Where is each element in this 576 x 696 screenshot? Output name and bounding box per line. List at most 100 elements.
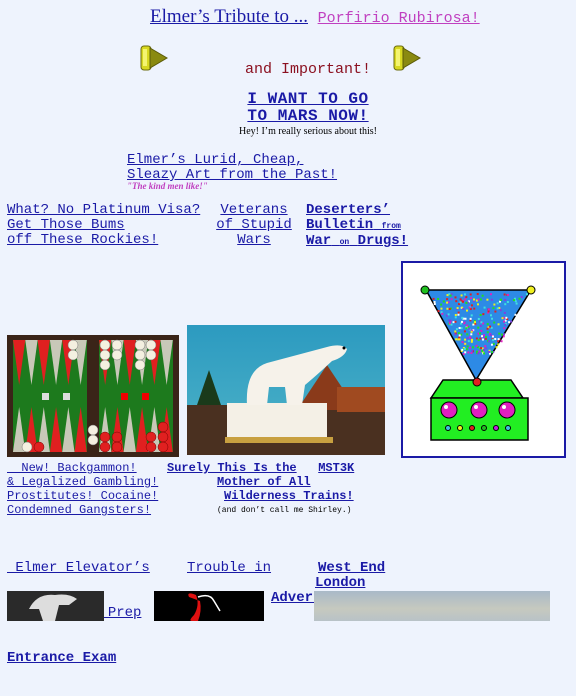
confetti-dot: [469, 293, 472, 296]
backgammon-link[interactable]: Condemned Gangsters!: [7, 503, 158, 517]
rubirosa-link[interactable]: Porfirio Rubirosa!: [318, 10, 480, 27]
wilderness-trains-link[interactable]: Mother of All: [167, 475, 354, 489]
platinum-visa-link[interactable]: What? No Platinum Visa?: [7, 202, 200, 218]
wilderness-trains-link[interactable]: Surely This Is the: [167, 461, 297, 475]
confetti-dot: [489, 333, 492, 336]
confetti-dot: [448, 307, 451, 310]
confetti-dot: [490, 298, 493, 301]
confetti-dot: [502, 335, 505, 338]
backgammon-link[interactable]: Prostitutes! Cocaine!: [7, 489, 158, 503]
confetti-dot: [488, 352, 491, 355]
veterans-link[interactable]: of Stupid: [204, 218, 304, 233]
confetti-dot: [483, 306, 486, 309]
veterans-link[interactable]: Veterans: [204, 203, 304, 218]
confetti-dot: [482, 313, 485, 316]
rockies-link[interactable]: Get Those Bums: [7, 218, 158, 233]
mars-link[interactable]: TO MARS NOW!: [240, 108, 376, 125]
confetti-dot: [503, 293, 506, 296]
confetti-dot: [503, 320, 506, 323]
confetti-dot: [475, 344, 478, 347]
confetti-dot: [506, 301, 509, 304]
confetti-dot: [477, 326, 480, 329]
confetti-dot: [437, 297, 440, 300]
deserters-text: on: [339, 238, 350, 247]
wilderness-trains-link[interactable]: Wilderness Trains!: [167, 489, 354, 503]
elevator-exam-link[interactable]: Elmer Elevator’s: [7, 561, 149, 576]
confetti-dot: [470, 333, 473, 336]
mars-link[interactable]: I WANT TO GO: [240, 91, 376, 108]
confetti-dot: [458, 326, 461, 329]
confetti-dot: [459, 301, 462, 304]
deserters-link[interactable]: Deserters’: [306, 203, 408, 218]
mars-machine-drawing: [420, 285, 536, 441]
confetti-dot: [437, 310, 440, 313]
deserters-text: from: [381, 222, 401, 231]
confetti-dot: [470, 338, 473, 341]
confetti-dot: [452, 321, 455, 324]
confetti-dot: [470, 314, 473, 317]
confetti-dot: [494, 310, 497, 313]
confetti-dot: [463, 293, 466, 296]
confetti-dot: [495, 346, 498, 349]
confetti-dot: [512, 299, 515, 302]
deserters-link[interactable]: Bulletin from: [306, 218, 408, 234]
confetti-dot: [477, 303, 480, 306]
rockies-link[interactable]: off These Rockies!: [7, 233, 158, 248]
confetti-dot: [490, 314, 493, 317]
confetti-dot: [464, 317, 467, 320]
confetti-dot: [501, 317, 504, 320]
backgammon-link[interactable]: New! Backgammon!: [7, 461, 158, 475]
confetti-dot: [496, 302, 499, 305]
confetti-dot: [503, 311, 506, 314]
confetti-dot: [454, 333, 457, 336]
mst3k-link[interactable]: MST3K: [318, 461, 354, 475]
confetti-dot: [463, 322, 466, 325]
polar-bear-image[interactable]: [187, 325, 385, 455]
deserters-link[interactable]: War on Drugs!: [306, 234, 408, 250]
confetti-dot: [494, 338, 497, 341]
trains-caption: Surely This Is the MST3K Mother of All W…: [167, 461, 354, 503]
confetti-dot: [446, 307, 449, 310]
confetti-dot: [466, 345, 469, 348]
backgammon-link[interactable]: & Legalized Gambling!: [7, 475, 158, 489]
confetti-dot: [483, 352, 486, 355]
backgammon-image[interactable]: [7, 335, 179, 457]
confetti-dot: [460, 327, 463, 330]
confetti-dot: [499, 309, 502, 312]
deserters-text: Bulletin: [306, 217, 374, 233]
speaker-icon[interactable]: [392, 42, 422, 74]
veterans-block: Veterans of Stupid Wars: [204, 203, 304, 248]
confetti-dot: [502, 333, 505, 336]
confetti-dot: [478, 332, 481, 335]
tribute-link[interactable]: Elmer’s Tribute to ...: [150, 6, 308, 27]
confetti-dot: [471, 346, 474, 349]
confetti-dot: [469, 317, 472, 320]
confetti-dot: [492, 307, 495, 310]
confetti-dot: [449, 294, 452, 297]
bums-block: Get Those Bums off These Rockies!: [7, 218, 158, 248]
confetti-dot: [477, 352, 480, 355]
elevator-exam-link[interactable]: Entrance Exam: [7, 651, 150, 666]
confetti-dot: [467, 340, 470, 343]
confetti-dot: [525, 293, 528, 296]
lurid-art-link[interactable]: Elmer’s Lurid, Cheap,: [127, 153, 337, 168]
speaker-icon[interactable]: [139, 42, 169, 74]
confetti-dot: [485, 347, 488, 350]
confetti-dot: [461, 340, 464, 343]
confetti-dot: [478, 350, 481, 353]
confetti-dot: [504, 298, 507, 301]
confetti-dot: [448, 321, 451, 324]
confetti-dot: [477, 317, 480, 320]
deserters-text: War: [306, 233, 332, 249]
confetti-dot: [497, 323, 500, 326]
confetti-dot: [448, 319, 451, 322]
confetti-dot: [471, 349, 474, 352]
confetti-dot: [464, 298, 467, 301]
confetti-dot: [446, 298, 449, 301]
confetti-dot: [470, 304, 473, 307]
veterans-link[interactable]: Wars: [204, 233, 304, 248]
confetti-dot: [482, 348, 485, 351]
confetti-dot: [446, 294, 449, 297]
mars-machine-image[interactable]: [401, 261, 566, 458]
confetti-dot: [520, 296, 523, 299]
